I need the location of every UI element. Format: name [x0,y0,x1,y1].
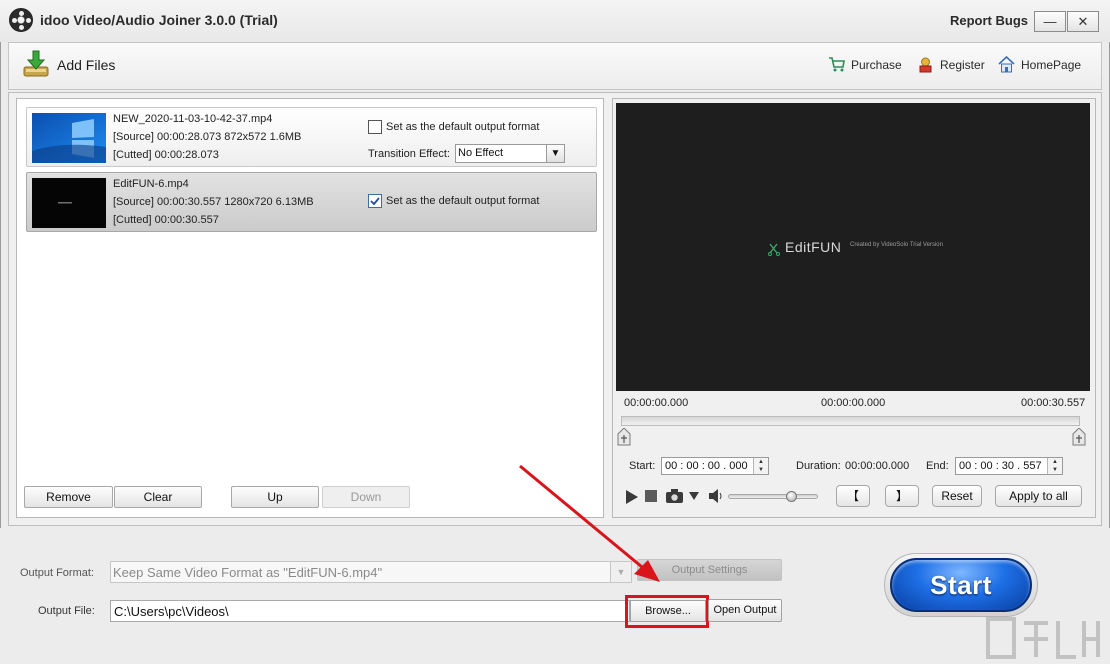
home-icon [998,56,1015,73]
annotation-arrow-icon [519,464,660,582]
file-cutted-info: [Cutted] 00:00:28.073 [113,149,219,161]
file-row[interactable]: NEW_2020-11-03-10-42-37.mp4 [Source] 00:… [26,107,597,167]
time-position-center: 00:00:00.000 [821,397,886,409]
minimize-button[interactable]: — [1034,11,1066,32]
start-time-input[interactable]: 00 : 00 : 00 . 000 ▲ ▼ [661,457,769,475]
file-name: EditFUN-6.mp4 [113,178,189,190]
purchase-link[interactable]: Purchase [828,56,902,76]
default-format-checkbox[interactable] [368,120,382,134]
site-watermark-logo [986,617,1100,659]
scissors-icon [768,243,780,256]
time-position-left: 00:00:00.000 [624,397,689,409]
output-file-value: C:\Users\pc\Videos\ [114,604,229,619]
video-caption-text: Created by VideoSolo Trial Version [850,242,943,248]
reset-button[interactable]: Reset [932,485,982,507]
file-source-info: [Source] 00:00:30.557 1280x720 6.13MB [113,196,314,208]
homepage-link[interactable]: HomePage [998,56,1082,76]
clear-button[interactable]: Clear [114,486,202,508]
file-source-info: [Source] 00:00:28.073 872x572 1.6MB [113,131,302,143]
video-logo-text: EditFUN [785,239,842,255]
up-button[interactable]: Up [231,486,319,508]
apply-to-all-button[interactable]: Apply to all [995,485,1082,507]
duration-value: 00:00:00.000 [845,460,910,472]
time-position-right: 00:00:30.557 [1021,397,1086,409]
spinner-arrows-icon[interactable]: ▲ ▼ [753,458,768,474]
seek-bar[interactable] [621,416,1080,426]
window-title: idoo Video/Audio Joiner 3.0.0 (Trial) [40,12,278,28]
report-bugs-link[interactable]: Report Bugs [950,13,1028,28]
file-cutted-info: [Cutted] 00:00:30.557 [113,214,219,226]
remove-button[interactable]: Remove [24,486,113,508]
browse-highlight-box [625,595,709,628]
start-time-value: 00 : 00 : 00 . 000 [665,460,748,472]
checkmark-icon [370,197,380,206]
spinner-arrows-icon[interactable]: ▲ ▼ [1047,458,1062,474]
transition-effect-label: Transition Effect: [368,148,450,160]
end-marker-icon[interactable] [1071,428,1087,446]
volume-slider[interactable] [728,494,818,499]
cart-icon [829,57,845,72]
file-name: NEW_2020-11-03-10-42-37.mp4 [113,113,273,125]
volume-slider-thumb[interactable] [785,491,797,502]
end-time-value: 00 : 00 : 30 . 557 [959,460,1042,472]
default-format-checkbox[interactable] [368,194,382,208]
start-button[interactable]: Start [890,558,1032,612]
register-link[interactable]: Register [917,56,987,76]
video-thumbnail [32,113,106,163]
down-button[interactable]: Down [322,486,410,508]
open-output-button[interactable]: Open Output [708,599,782,622]
output-format-label: Output Format: [20,567,94,579]
video-thumbnail [32,178,106,228]
mark-start-button[interactable]: 【 [836,485,870,507]
output-file-input[interactable]: C:\Users\pc\Videos\ [110,600,630,622]
start-marker-icon[interactable] [616,428,632,446]
mark-end-button[interactable]: 】 [885,485,919,507]
file-row[interactable]: EditFUN-6.mp4 [Source] 00:00:30.557 1280… [26,172,597,232]
default-format-label: Set as the default output format [386,195,540,207]
register-icon [919,57,932,73]
output-format-value: Keep Same Video Format as "EditFUN-6.mp4… [113,565,383,580]
volume-icon[interactable] [708,489,724,503]
transition-effect-select[interactable]: No Effect ▼ [455,144,565,163]
transition-effect-value: No Effect [458,147,504,159]
add-files-button[interactable]: Add Files [22,48,132,82]
close-button[interactable]: ✕ [1067,11,1099,32]
homepage-label: HomePage [1021,58,1082,72]
output-file-label: Output File: [38,605,95,617]
chevron-down-icon: ▼ [546,145,564,162]
start-button-label: Start [930,570,992,600]
duration-label: Duration: [796,460,841,472]
purchase-label: Purchase [851,58,902,72]
default-format-label: Set as the default output format [386,121,540,133]
end-time-input[interactable]: 00 : 00 : 30 . 557 ▲ ▼ [955,457,1063,475]
add-files-icon [23,50,49,77]
register-label: Register [940,58,985,72]
caret-down-icon[interactable] [689,492,699,500]
film-reel-logo-icon [9,8,33,32]
add-files-label: Add Files [57,57,116,73]
end-label: End: [926,460,949,472]
